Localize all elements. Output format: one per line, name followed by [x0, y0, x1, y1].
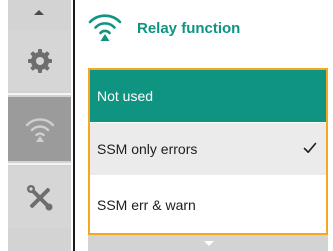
option-ssm-only-errors[interactable]: SSM only errors: [90, 123, 326, 175]
gear-icon: [27, 48, 52, 73]
tools-icon: [26, 184, 52, 210]
rail-divider: [8, 163, 71, 165]
option-label: SSM err & warn: [97, 196, 196, 213]
page-header: Relay function: [80, 0, 333, 58]
scroll-up-arrow-icon[interactable]: [34, 10, 44, 15]
navigation-rail: [0, 0, 80, 251]
nav-item-tools[interactable]: [8, 167, 71, 228]
relay-function-options: Not used SSM only errors SSM err & warn: [88, 68, 328, 235]
nav-item-settings[interactable]: [8, 30, 71, 91]
option-label: Not used: [97, 88, 154, 104]
page-title: Relay function: [137, 20, 241, 37]
rail-edge-line: [73, 0, 75, 251]
option-label: SSM only errors: [97, 141, 198, 157]
option-ssm-err-warn[interactable]: SSM err & warn: [90, 176, 326, 233]
scroll-footer: [88, 235, 328, 251]
option-not-used[interactable]: Not used: [90, 70, 326, 122]
wireless-icon: [88, 14, 122, 41]
checkmark-icon: [303, 142, 317, 153]
nav-item-communication[interactable]: [8, 97, 71, 161]
rail-divider: [8, 93, 71, 95]
wireless-icon: [25, 118, 54, 142]
scroll-down-arrow-icon[interactable]: [204, 241, 214, 246]
